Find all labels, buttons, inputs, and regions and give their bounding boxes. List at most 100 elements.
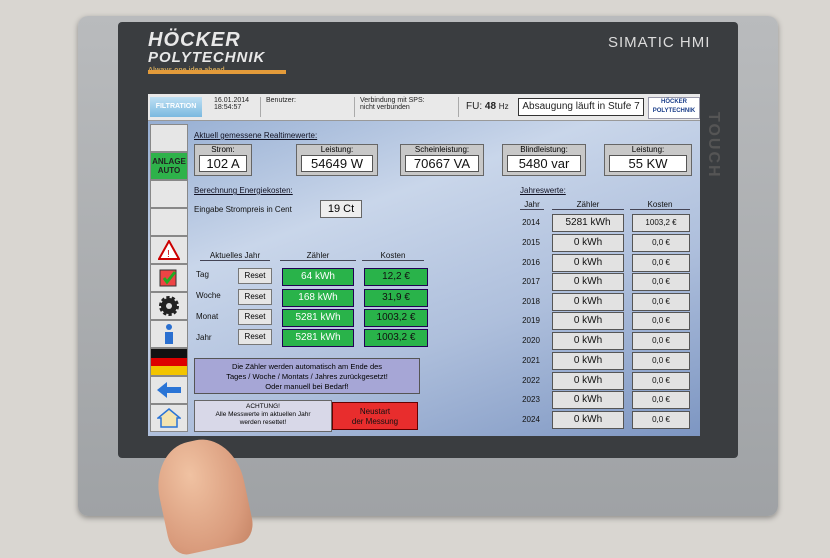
anlage-auto-button[interactable]: ANLAGE AUTO xyxy=(150,152,188,180)
annual-cost-cell: 0,0 € xyxy=(632,293,690,311)
annual-col-year: Jahr xyxy=(520,200,544,210)
sidebar-blank-button[interactable] xyxy=(150,124,188,152)
warning-icon: ! xyxy=(158,240,180,260)
annual-cost-cell: 0,0 € xyxy=(632,254,690,272)
annual-year-label: 2014 xyxy=(522,218,540,227)
home-icon xyxy=(157,408,181,428)
divider xyxy=(354,97,355,117)
sps-value: nicht verbunden xyxy=(360,104,410,111)
filtration-button[interactable]: FILTRATION xyxy=(150,97,202,117)
annual-cost-cell: 1003,2 € xyxy=(632,214,690,232)
row-label-week: Woche xyxy=(196,291,221,300)
brand-small-1: HÖCKER xyxy=(660,99,687,105)
annual-counter-cell: 0 kWh xyxy=(552,372,624,390)
annual-counter-cell: 0 kWh xyxy=(552,312,624,330)
fu-value: 48 xyxy=(484,101,497,112)
realtime-reactive-power: Blindleistung: 5480 var xyxy=(502,144,586,176)
restart-line: der Messung xyxy=(351,417,399,426)
restart-measurement-button[interactable]: Neustart der Messung xyxy=(332,402,418,430)
annual-cost-cell: 0,0 € xyxy=(632,234,690,252)
reset-warning: ACHTUNG! Alle Messwerte im aktuellen Jah… xyxy=(194,400,332,432)
annual-counter-cell: 0 kWh xyxy=(552,273,624,291)
device-model: SIMATIC HMI xyxy=(608,34,711,51)
realtime-label: Leistung: xyxy=(631,145,665,154)
realtime-label: Scheinleistung: xyxy=(414,145,470,154)
cost-day: 12,2 € xyxy=(364,268,428,286)
annual-cost-cell: 0,0 € xyxy=(632,372,690,390)
realtime-current: Strom: 102 A xyxy=(194,144,252,176)
cost-year: 1003,2 € xyxy=(364,329,428,347)
sps-label: Verbindung mit SPS: xyxy=(360,97,425,104)
warning-line: werden resettet! xyxy=(239,419,287,426)
status-message: Absaugung läuft in Stufe 7 xyxy=(518,98,644,116)
annual-year-label: 2020 xyxy=(522,336,540,345)
annual-year-label: 2023 xyxy=(522,395,540,404)
sps-status: Verbindung mit SPS: nicht verbunden xyxy=(360,97,425,111)
time-text: 18:54:57 xyxy=(214,104,242,111)
brand-line1: HÖCKER xyxy=(148,29,241,51)
annual-cost-cell: 0,0 € xyxy=(632,411,690,429)
realtime-value: 5480 var xyxy=(507,155,581,172)
warning-line: ACHTUNG! xyxy=(246,403,280,410)
fu-readout: FU: 48 Hz xyxy=(466,101,509,112)
anlage-line1: ANLAGE xyxy=(152,157,186,166)
brand-small-logo: HÖCKER POLYTECHNIK xyxy=(648,97,700,119)
arrow-left-icon xyxy=(157,382,181,398)
annual-year-label: 2017 xyxy=(522,277,540,286)
counter-month: 5281 kWh xyxy=(282,309,354,327)
realtime-apparent-power: Scheinleistung: 70667 VA xyxy=(400,144,484,176)
annual-counter-cell: 5281 kWh xyxy=(552,214,624,232)
checklist-button[interactable] xyxy=(150,264,188,292)
home-button[interactable] xyxy=(150,404,188,432)
sidebar: ANLAGE AUTO ! xyxy=(148,122,188,434)
sidebar-blank-button[interactable] xyxy=(150,180,188,208)
annual-year-label: 2024 xyxy=(522,415,540,424)
annual-col-counter: Zähler xyxy=(552,200,624,210)
language-button[interactable] xyxy=(150,348,188,376)
annual-counter-cell: 0 kWh xyxy=(552,332,624,350)
auto-reset-info: Die Zähler werden automatisch am Ende de… xyxy=(194,358,420,394)
annual-col-cost: Kosten xyxy=(630,200,690,210)
annual-counter-cell: 0 kWh xyxy=(552,293,624,311)
realtime-value: 102 A xyxy=(199,155,247,172)
annual-year-label: 2015 xyxy=(522,238,540,247)
warning-button[interactable]: ! xyxy=(150,236,188,264)
counter-year: 5281 kWh xyxy=(282,329,354,347)
brand-logo: HÖCKER POLYTECHNIK Always one idea ahead xyxy=(148,30,265,74)
reset-month-button[interactable]: Reset xyxy=(238,309,272,325)
counter-day: 64 kWh xyxy=(282,268,354,286)
annual-year-label: 2018 xyxy=(522,297,540,306)
price-label: Eingabe Strompreis in Cent xyxy=(194,205,292,214)
annual-year-label: 2016 xyxy=(522,258,540,267)
info-button[interactable] xyxy=(150,320,188,348)
price-input[interactable]: 19 Ct xyxy=(320,200,362,218)
annual-title: Jahreswerte: xyxy=(520,186,566,195)
info-line: Oder manuell bei Bedarf! xyxy=(265,382,349,391)
anlage-line2: AUTO xyxy=(157,166,181,175)
gear-icon xyxy=(159,296,179,316)
reset-week-button[interactable]: Reset xyxy=(238,289,272,305)
annual-counter-cell: 0 kWh xyxy=(552,411,624,429)
row-label-day: Tag xyxy=(196,270,209,279)
realtime-value: 70667 VA xyxy=(405,155,479,172)
settings-button[interactable] xyxy=(150,292,188,320)
cost-month: 1003,2 € xyxy=(364,309,428,327)
col-header-cost: Kosten xyxy=(362,251,424,261)
annual-counter-cell: 0 kWh xyxy=(552,234,624,252)
checklist-icon xyxy=(159,269,177,287)
reset-day-button[interactable]: Reset xyxy=(238,268,272,284)
realtime-value: 54649 W xyxy=(301,155,373,172)
col-header-year: Aktuelles Jahr xyxy=(200,251,270,261)
divider xyxy=(260,97,261,117)
fu-unit: Hz xyxy=(498,102,509,111)
realtime-power-kw: Leistung: 55 KW xyxy=(604,144,692,176)
reset-year-button[interactable]: Reset xyxy=(238,329,272,345)
datetime: 16.01.2014 18:54:57 xyxy=(214,97,249,111)
back-button[interactable] xyxy=(150,376,188,404)
sidebar-blank-button[interactable] xyxy=(150,208,188,236)
top-bar: FILTRATION 16.01.2014 18:54:57 Benutzer:… xyxy=(148,94,700,121)
german-flag-icon xyxy=(151,349,187,375)
info-line: Die Zähler werden automatisch am Ende de… xyxy=(231,362,383,371)
brand-small-2: POLYTECHNIK xyxy=(652,108,696,114)
counter-week: 168 kWh xyxy=(282,289,354,307)
